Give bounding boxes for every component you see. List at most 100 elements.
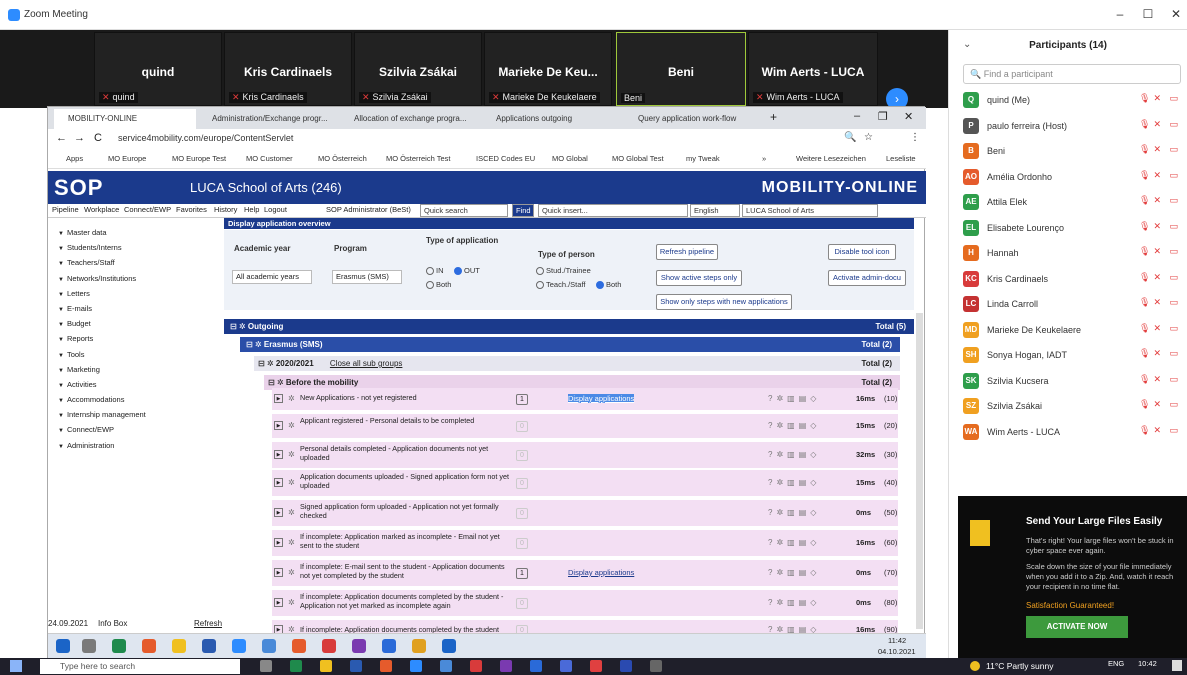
app-icon[interactable] [650,660,662,672]
clock-time[interactable]: 10:42 [1138,659,1157,668]
find-button[interactable]: Find [512,204,534,217]
gear-icon[interactable]: ✲ [288,598,295,607]
bookmark-item[interactable]: MO Global Test [612,154,664,163]
app-icon[interactable] [322,639,336,653]
edge-icon[interactable] [290,660,302,672]
display-applications-link[interactable]: Display applications [568,568,634,577]
collapse-icon[interactable]: ⊟ ✲ [246,340,264,349]
play-icon[interactable]: ▶ [274,568,283,577]
bookmark-item[interactable]: Apps [66,154,83,163]
play-icon[interactable]: ▶ [274,394,283,403]
type-person-stud-radio[interactable]: Stud./Trainee [536,266,591,276]
nav-marketing[interactable]: ▼ Marketing [50,362,220,377]
bookmark-item[interactable]: MO Österreich [318,154,367,163]
nav-administration[interactable]: ▼ Administration [50,438,220,453]
play-icon[interactable]: ▶ [274,508,283,517]
nav-activities[interactable]: ▼ Activities [50,377,220,392]
play-icon[interactable]: ▶ [274,421,283,430]
step-tool-icons[interactable]: ?✲▥▤◇ [768,538,820,547]
bookmark-item[interactable]: MO Europe [108,154,146,163]
type-app-both-radio[interactable]: Both [426,280,451,290]
step-tool-icons[interactable]: ?✲▥▤◇ [768,421,820,430]
menu-workplace[interactable]: Workplace [84,205,119,214]
teams-icon[interactable] [500,660,512,672]
step-tool-icons[interactable]: ?✲▥▤◇ [768,450,820,459]
play-icon[interactable]: ▶ [274,478,283,487]
nav-teachers-staff[interactable]: ▼ Teachers/Staff [50,255,220,270]
close-button[interactable]: ✕ [1164,7,1187,21]
nav-master-data[interactable]: ▼ Master data [50,225,220,240]
video-tile[interactable]: Marieke De Keu... ✕ Marieke De Keukelaere [484,32,612,106]
type-person-teach-radio[interactable]: Teach./Staff [536,280,585,290]
task-view-icon[interactable] [260,660,272,672]
nav-tools[interactable]: ▼ Tools [50,347,220,362]
step-tool-icons[interactable]: ?✲▥▤◇ [768,478,820,487]
zoom-icon[interactable] [410,660,422,672]
menu-logout[interactable]: Logout [264,205,287,214]
display-applications-link[interactable]: Display applications [568,394,635,403]
refresh-link[interactable]: Refresh [194,619,222,628]
gear-icon[interactable]: ✲ [288,450,295,459]
play-icon[interactable]: ▶ [274,450,283,459]
bookmark-overflow[interactable]: » [762,154,766,163]
menu-help[interactable]: Help [244,205,259,214]
play-icon[interactable]: ▶ [274,598,283,607]
bookmark-item[interactable]: Leseliste [886,154,916,163]
refresh-pipeline-button[interactable]: Refresh pipeline [656,244,718,260]
nav-budget[interactable]: ▼ Budget [50,316,220,331]
bookmark-item[interactable]: my Tweak [686,154,720,163]
url-field[interactable]: service4mobility.com/europe/ContentServl… [118,133,293,143]
info-box-toggle[interactable]: Info Box [98,619,127,628]
group-year[interactable]: ⊟ ✲ 2020/2021 Close all sub groups Total… [254,356,900,371]
participant-row[interactable]: WA Wim Aerts - LUCA 🎙✕ ▭ [963,422,1181,442]
menu-kebab-icon[interactable]: ⋮ [910,132,920,143]
nav-connect-ewp[interactable]: ▼ Connect/EWP [50,422,220,437]
program-select[interactable]: Erasmus (SMS) [332,270,402,284]
show-new-steps-button[interactable]: Show only steps with new applications [656,294,792,310]
participant-row[interactable]: AO Amélia Ordonho 🎙✕ ▭ [963,167,1181,187]
step-tool-icons[interactable]: ?✲▥▤◇ [768,598,820,607]
gear-icon[interactable]: ✲ [288,478,295,487]
bookmark-item[interactable]: ISCED Codes EU [476,154,535,163]
menu-history[interactable]: History [214,205,237,214]
collapse-icon[interactable]: ⊟ ✲ [230,322,248,331]
participant-row[interactable]: LC Linda Carroll 🎙✕ ▭ [963,294,1181,314]
participant-row[interactable]: SZ Szilvia Zsákai 🎙✕ ▭ [963,396,1181,416]
menu-favorites[interactable]: Favorites [176,205,207,214]
onenote-icon[interactable] [352,639,366,653]
participant-row[interactable]: B Beni 🎙✕ ▭ [963,141,1181,161]
ie-icon[interactable] [530,660,542,672]
quick-insert-select[interactable]: Quick insert... [538,204,688,217]
step-tool-icons[interactable]: ?✲▥▤◇ [768,508,820,517]
bookmark-star-icon[interactable]: ☆ [864,132,873,143]
app-icon[interactable] [382,639,396,653]
step-tool-icons[interactable]: ?✲▥▤◇ [768,394,820,403]
participant-row[interactable]: Ppaulo ferreira (Host) 🎙✕ ▭ [963,116,1181,136]
video-tile[interactable]: Szilvia Zsákai ✕ Szilvia Zsákai [354,32,482,106]
outlook-icon[interactable] [202,639,216,653]
app-icon[interactable] [232,639,246,653]
step-tool-icons[interactable]: ?✲▥▤◇ [768,568,820,577]
menu-connect-ewp[interactable]: Connect/EWP [124,205,171,214]
academic-year-select[interactable]: All academic years [232,270,312,284]
zoom-icon[interactable]: 🔍 [844,132,856,143]
participant-row[interactable]: MD Marieke De Keukelaere 🎙✕ ▭ [963,320,1181,340]
participant-row[interactable]: SK Szilvia Kucsera 🎙✕ ▭ [963,371,1181,391]
close-sub-groups-link[interactable]: Close all sub groups [330,359,402,368]
nav-internship-management[interactable]: ▼ Internship management [50,407,220,422]
bookmark-item[interactable]: MO Österreich Test [386,154,450,163]
folder-icon[interactable] [172,639,186,653]
nav-letters[interactable]: ▼ Letters [50,286,220,301]
scrollbar[interactable] [916,313,923,629]
nav-accommodations[interactable]: ▼ Accommodations [50,392,220,407]
bookmark-item[interactable]: Weitere Lesezeichen [796,154,866,163]
collapse-icon[interactable]: ⊟ ✲ [258,359,276,368]
weather-text[interactable]: 11°C Partly sunny [986,661,1054,671]
forward-arrow-icon[interactable]: → [74,132,85,144]
play-icon[interactable]: ▶ [274,538,283,547]
app-icon[interactable] [292,639,306,653]
find-participant-input[interactable]: 🔍 Find a participant [963,64,1181,84]
tab-administration[interactable]: Administration/Exchange progr... [198,109,338,129]
type-app-out-radio[interactable]: OUT [454,266,480,276]
app-icon[interactable] [560,660,572,672]
